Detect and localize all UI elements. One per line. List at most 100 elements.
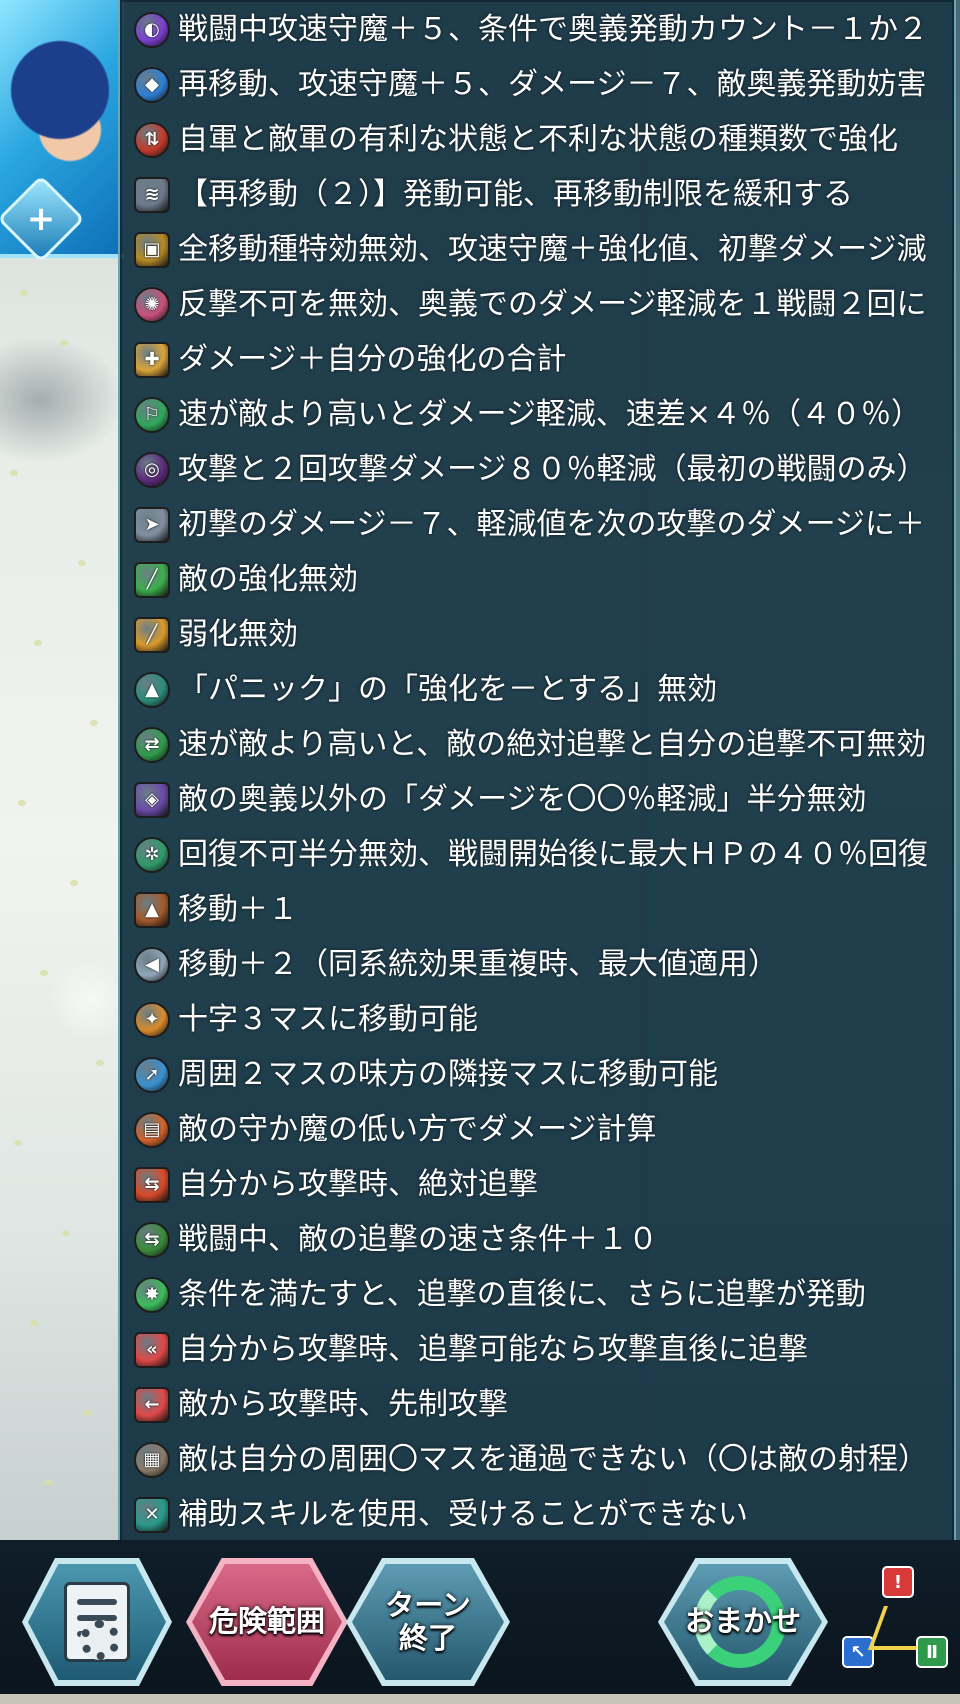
skill-row: ▲ 移動＋１ [134,882,948,937]
running-man-icon: ⚐ [134,396,170,433]
petal [78,560,86,566]
skill-effect-text: 敵の強化無効 [178,561,358,597]
purple-vortex-icon: ◎ [134,451,170,488]
wing-boot-icon: ◀ [134,946,170,983]
purple-shield-icon: ◈ [134,781,170,818]
shield-dash-icon: ➤ [134,506,170,543]
skill-effect-text: 周囲２マスの味方の隣接マスに移動可能 [178,1056,718,1092]
skill-effect-text: 自分から攻撃時、絶対追撃 [178,1166,538,1202]
skill-row: ➚ 周囲２マスの味方の隣接マスに移動可能 [134,1047,948,1102]
skill-row: ◈ 敵の奥義以外の「ダメージを〇〇％軽減」半分無効 [134,772,948,827]
command-bar-edge [0,1694,960,1704]
skill-effect-text: 十字３マスに移動可能 [178,1001,478,1037]
speed-runner-icon: ⇆ [134,1221,170,1258]
petal [70,880,78,886]
green-heal-icon: ✲ [134,836,170,873]
skill-row: ⇆ 戦闘中、敵の追撃の速さ条件＋１０ [134,1212,948,1267]
petal [44,1480,52,1486]
end-turn-label-line2: 終了 [398,1621,457,1655]
red-unit-icon: ! [882,1566,914,1598]
petal [20,290,28,296]
skill-row: ✺ 反撃不可を無効、奥義でのダメージ軽減を１戦闘２回に [134,277,948,332]
dot-arrow-icon: ← [134,1386,170,1423]
skill-effect-text: 自軍と敵軍の有利な状態と不利な状態の種類数で強化 [178,121,898,157]
footprints-icon: ≋ [134,176,170,213]
skill-row: ✚ ダメージ＋自分の強化の合計 [134,332,948,387]
no-assist-icon: ✕ [134,1496,170,1533]
green-unit-icon: Ⅱ [916,1636,948,1668]
skill-effect-text: 反撃不可を無効、奥義でのダメージ軽減を１戦闘２回に [178,286,927,322]
red-green-arrows-icon: ⇅ [134,121,170,158]
skill-effect-text: 移動＋２（同系統効果重複時、最大値適用） [178,946,778,982]
skill-effect-text: 初撃のダメージ－７、軽減値を次の攻撃のダメージに＋ [178,506,925,542]
skill-row: ← 敵から攻撃時、先制攻撃 [134,1377,948,1432]
petal [60,340,68,346]
skill-row: ✕ 補助スキルを使用、受けることができない [134,1487,948,1542]
skill-row: ✸ 条件を満たすと、追撃の直後に、さらに追撃が発動 [134,1267,948,1322]
skill-row: ⇆ 自分から攻撃時、絶対追撃 [134,1157,948,1212]
skill-effect-text: 【再移動（２）】発動可能、再移動制限を緩和する [178,176,853,212]
skill-row: ✲ 回復不可半分無効、戦闘開始後に最大ＨＰの４０％回復 [134,827,948,882]
skill-row: ◎ 攻撃と２回攻撃ダメージ８０％軽減（最初の戦闘のみ） [134,442,948,497]
warp-icon: ➚ [134,1056,170,1093]
skill-effect-text: 条件を満たすと、追撃の直後に、さらに追撃が発動 [178,1276,866,1312]
gold-slash-icon: ╱ [134,616,170,653]
boot-icon: ▲ [134,891,170,928]
skill-row: ▣ 全移動種特効無効、攻速守魔＋強化値、初撃ダメージ減 [134,222,948,277]
orange-book-icon: ▤ [134,1111,170,1148]
danger-area-label: 危険範囲 [208,1604,325,1639]
skill-row: ▤ 敵の守か魔の低い方でダメージ計算 [134,1102,948,1157]
skill-effect-text: 敵は自分の周囲〇マスを通過できない（〇は敵の射程） [178,1441,928,1477]
skill-effect-text: 敵から攻撃時、先制攻撃 [178,1386,508,1422]
skill-effect-text: 「パニック」の「強化を－とする」無効 [178,671,718,707]
petal [62,1230,70,1236]
skill-effect-text: 戦闘中攻速守魔＋５、条件で奥義発動カウント－１か２ [178,11,928,47]
red-arrows-icon: ⇄ [134,726,170,763]
skill-row: «自分から攻撃時、追撃可能なら攻撃直後に追撃 [134,1322,948,1377]
swap-spaces-button[interactable]: ! ↖ Ⅱ [842,1566,952,1682]
skill-row: ▲ 「パニック」の「強化を－とする」無効 [134,662,948,717]
skill-row: ✦ 十字３マスに移動可能 [134,992,948,1047]
plus-icon: + [26,199,56,239]
skill-row: ▦ 敵は自分の周囲〇マスを通過できない（〇は敵の射程） [134,1432,948,1487]
skill-effect-text: 全移動種特効無効、攻速守魔＋強化値、初撃ダメージ減 [178,231,927,267]
skill-effect-text: 敵の守か魔の低い方でダメージ計算 [178,1111,657,1147]
petal [18,800,26,806]
brick-wall-icon: ▦ [134,1441,170,1478]
skill-row: ⇄ 速が敵より高いと、敵の絶対追撃と自分の追撃不可無効 [134,717,948,772]
petal [34,640,42,646]
skill-effect-text: 攻撃と２回攻撃ダメージ８０％軽減（最初の戦闘のみ） [178,451,927,487]
petal [96,1060,104,1066]
skill-effects-panel[interactable]: ◐ 戦闘中攻速守魔＋５、条件で奥義発動カウント－１か２ ◆ 再移動、攻速守魔＋５、ダメ… [118,0,956,1552]
skill-effect-text: ダメージ＋自分の強化の合計 [178,341,567,377]
skill-effect-text: 弱化無効 [178,616,298,652]
skill-row: ≋ 【再移動（２）】発動可能、再移動制限を緩和する [134,167,948,222]
green-star-icon: ✸ [134,1276,170,1313]
end-turn-label-line1: ターン [385,1587,471,1622]
skill-effect-text: 自分から攻撃時、追撃可能なら攻撃直後に追撃 [178,1331,808,1367]
skill-effect-text: 速が敵より高いと、敵の絶対追撃と自分の追撃不可無効 [178,726,927,762]
blue-flame-icon: ◆ [134,66,170,103]
skill-effect-text: 戦闘中、敵の追撃の速さ条件＋１０ [178,1221,658,1257]
rainbow-orb-icon: ◐ [134,11,170,48]
sword-plus-icon: ✚ [134,341,170,378]
skill-effect-text: 速が敵より高いとダメージ軽減、速差×４％（４０％） [178,396,922,432]
skill-row: ◐ 戦闘中攻速守魔＋５、条件で奥義発動カウント－１か２ [134,2,948,57]
green-slash-icon: ╱ [134,561,170,598]
skill-row: ╱ 敵の強化無効 [134,552,948,607]
petal [90,720,98,726]
petal [10,470,18,476]
skill-effect-text: 補助スキルを使用、受けることができない [178,1496,748,1532]
skill-row: ⚐ 速が敵より高いとダメージ軽減、速差×４％（４０％） [134,387,948,442]
auto-battle-label: おまかせ [684,1604,801,1639]
gold-shield-icon: ▣ [134,231,170,268]
skill-effect-text: 回復不可半分無効、戦闘開始後に最大ＨＰの４０％回復 [178,836,928,872]
petal [40,970,48,976]
skill-row: ◆ 再移動、攻速守魔＋５、ダメージ－７、敵奥義発動妨害 [134,57,948,112]
cross-move-icon: ✦ [134,1001,170,1038]
skill-row: ⇅ 自軍と敵軍の有利な状態と不利な状態の種類数で強化 [134,112,948,167]
double-arrow-icon: ⇆ [134,1166,170,1203]
petal [14,1140,22,1146]
blue-unit-icon: ↖ [842,1636,874,1668]
eye-warning-icon: ▲ [134,671,170,708]
